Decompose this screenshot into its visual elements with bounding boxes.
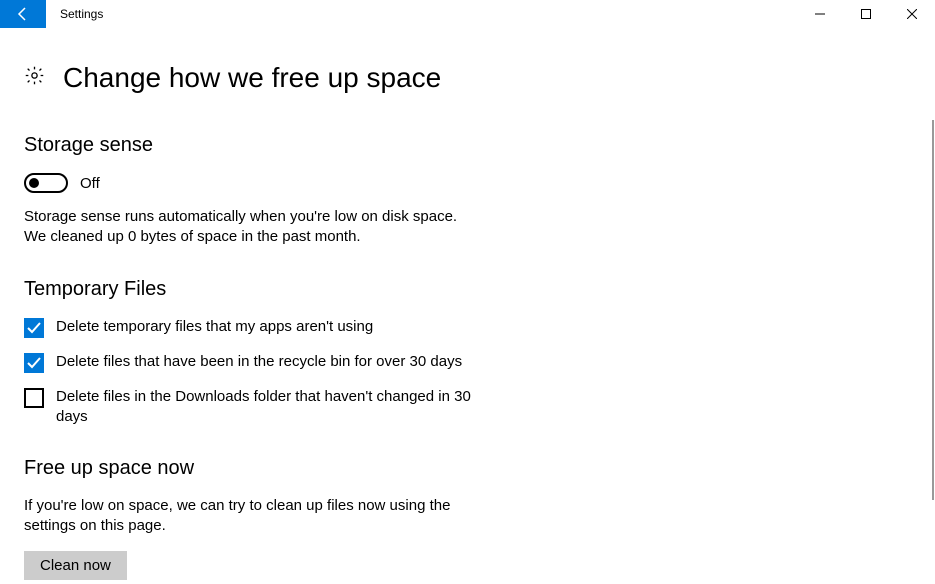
section-storage-sense-title: Storage sense <box>24 134 616 157</box>
titlebar-drag-region <box>117 0 797 28</box>
minimize-button[interactable] <box>797 0 843 28</box>
temp-files-option-1: Delete temporary files that my apps aren… <box>24 317 504 338</box>
storage-sense-toggle-label: Off <box>80 175 100 192</box>
storage-sense-desc-line2: We cleaned up 0 bytes of space in the pa… <box>24 227 494 247</box>
storage-sense-toggle-row: Off <box>24 173 616 193</box>
section-free-up-title: Free up space now <box>24 457 616 480</box>
clean-now-button[interactable]: Clean now <box>24 551 127 580</box>
temp-files-checkbox-1[interactable] <box>24 318 44 338</box>
temp-files-label-3: Delete files in the Downloads folder tha… <box>56 387 504 428</box>
window-title: Settings <box>46 0 117 28</box>
temp-files-checkbox-3[interactable] <box>24 388 44 408</box>
close-icon <box>907 9 917 19</box>
window-controls <box>797 0 935 28</box>
arrow-left-icon <box>15 6 31 22</box>
section-temp-files-title: Temporary Files <box>24 278 616 301</box>
close-button[interactable] <box>889 0 935 28</box>
temp-files-label-1: Delete temporary files that my apps aren… <box>56 317 373 337</box>
temp-files-checkbox-2[interactable] <box>24 353 44 373</box>
content: Change how we free up space Storage sens… <box>0 28 640 584</box>
page-header: Change how we free up space <box>24 62 616 94</box>
back-button[interactable] <box>0 0 46 28</box>
storage-sense-toggle[interactable] <box>24 173 68 193</box>
check-icon <box>27 322 41 334</box>
free-up-desc: If you're low on space, we can try to cl… <box>24 496 494 537</box>
page-title: Change how we free up space <box>63 62 441 94</box>
content-scroll[interactable]: Change how we free up space Storage sens… <box>0 28 935 584</box>
temp-files-option-2: Delete files that have been in the recyc… <box>24 352 504 373</box>
maximize-button[interactable] <box>843 0 889 28</box>
check-icon <box>27 357 41 369</box>
titlebar: Settings <box>0 0 935 28</box>
storage-sense-desc-line1: Storage sense runs automatically when yo… <box>24 207 494 227</box>
minimize-icon <box>815 9 825 19</box>
temp-files-option-3: Delete files in the Downloads folder tha… <box>24 387 504 428</box>
scrollbar-indicator[interactable] <box>932 120 934 500</box>
maximize-icon <box>861 9 871 19</box>
temp-files-label-2: Delete files that have been in the recyc… <box>56 352 462 372</box>
gear-icon <box>24 65 45 91</box>
